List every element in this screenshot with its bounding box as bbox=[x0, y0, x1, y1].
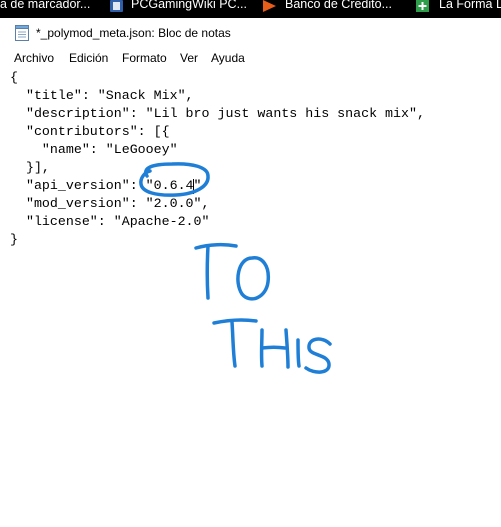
annotation-letter-t-stem bbox=[205, 244, 210, 300]
bookmark-item[interactable]: a de marcador... bbox=[0, 0, 100, 18]
menu-bar: Archivo Edición Formato Ver Ayuda bbox=[0, 50, 501, 68]
bookmark-label: La Forma L bbox=[439, 0, 501, 11]
window-title: *_polymod_meta.json: Bloc de notas bbox=[36, 26, 231, 40]
annotation-letter-t2 bbox=[212, 318, 258, 325]
annotation-letter-t bbox=[194, 242, 238, 250]
annotation-letter-t2-stem bbox=[230, 320, 237, 368]
notepad-icon bbox=[15, 25, 29, 41]
banco-icon bbox=[263, 0, 276, 12]
text-editor[interactable]: { "title": "Snack Mix", "description": "… bbox=[0, 68, 501, 527]
bookmark-item[interactable]: Banco de Credito... bbox=[263, 0, 413, 18]
annotation-letter-h-bar bbox=[260, 345, 287, 350]
menu-ayuda[interactable]: Ayuda bbox=[211, 51, 245, 65]
bookmark-item[interactable]: La Forma L bbox=[416, 0, 501, 18]
bookmark-label: a de marcador... bbox=[0, 0, 91, 11]
menu-formato[interactable]: Formato bbox=[122, 51, 167, 65]
annotation-letter-s bbox=[304, 337, 332, 374]
annotation-letter-h-right bbox=[284, 328, 290, 369]
menu-ver[interactable]: Ver bbox=[180, 51, 198, 65]
bookmark-label: Banco de Credito... bbox=[285, 0, 393, 11]
window-titlebar[interactable]: *_polymod_meta.json: Bloc de notas bbox=[0, 18, 501, 50]
pcgamingwiki-icon bbox=[110, 0, 123, 12]
bookmarks-bar: a de marcador... PCGamingWiki PC... Banc… bbox=[0, 0, 501, 18]
handwritten-annotation bbox=[139, 162, 332, 374]
laforma-icon bbox=[416, 0, 429, 12]
menu-archivo[interactable]: Archivo bbox=[14, 51, 54, 65]
bookmark-label: PCGamingWiki PC... bbox=[131, 0, 247, 11]
bookmark-item[interactable]: PCGamingWiki PC... bbox=[110, 0, 250, 18]
annotation-circle bbox=[139, 162, 210, 197]
annotation-letter-o bbox=[236, 256, 271, 301]
menu-edicion[interactable]: Edición bbox=[69, 51, 108, 65]
annotation-letter-i bbox=[296, 338, 301, 368]
